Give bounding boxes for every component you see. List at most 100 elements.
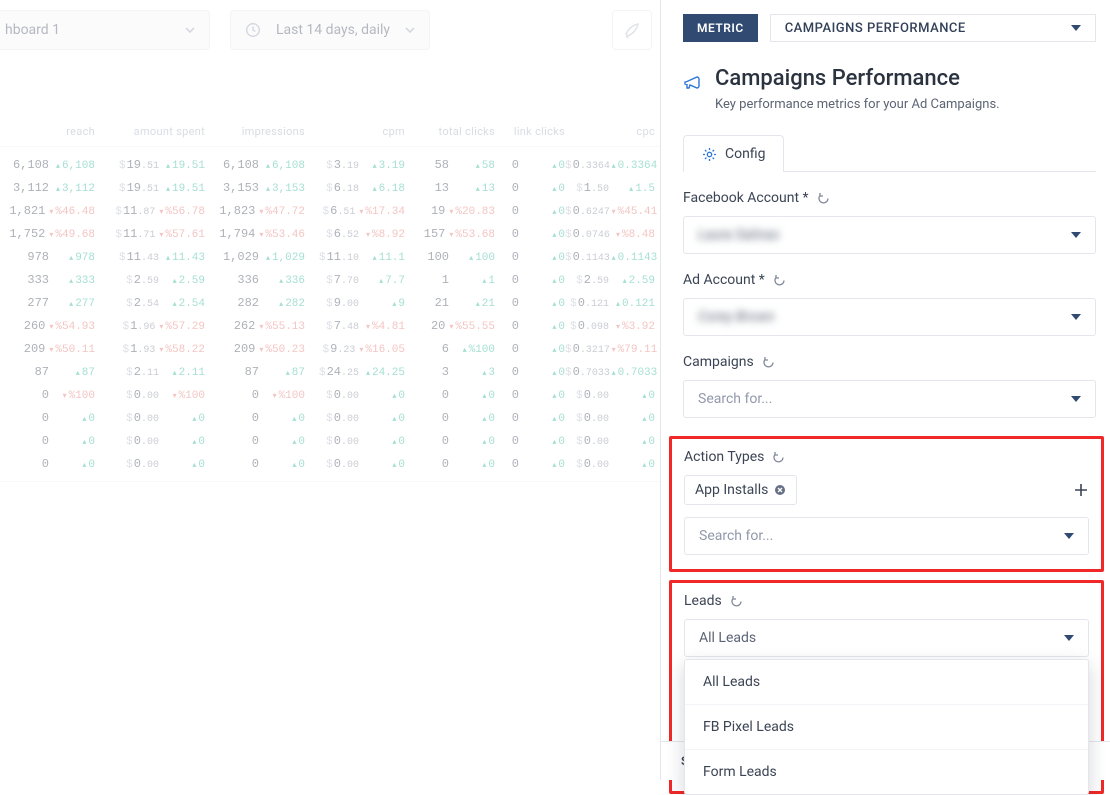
- action-type-chip[interactable]: App Installs: [684, 475, 797, 505]
- field-facebook-account: Facebook Account * Laura Salinas: [683, 190, 1096, 254]
- cell-links: 00: [495, 158, 565, 172]
- cell-links: 00: [495, 411, 565, 425]
- refresh-icon[interactable]: [773, 274, 786, 287]
- ad-account-select[interactable]: Corey Brown: [683, 298, 1096, 336]
- cell-cpm: $0.000: [305, 457, 405, 471]
- cell-spent: $0.00%100: [95, 388, 205, 402]
- cell-links: 00: [495, 457, 565, 471]
- caret-down-icon: [1071, 232, 1081, 238]
- cell-spent: $0.000: [95, 411, 205, 425]
- cell-cpc: $0.098%3.92: [565, 319, 655, 333]
- cell-spent: $19.5119.51: [95, 181, 205, 195]
- cell-reach: 209%50.11: [0, 342, 95, 356]
- table-row: 978978$11.4311.431,0291,029$11.1011.1100…: [0, 245, 660, 268]
- col-cpm: cpm: [305, 125, 405, 138]
- metrics-table-header: reach amount spent impressions cpm total…: [0, 125, 660, 147]
- cell-spent: $0.000: [95, 434, 205, 448]
- cell-cpc: $0.6247%45.41: [565, 204, 655, 218]
- field-leads: Leads All Leads All LeadsFB Pixel LeadsF…: [684, 593, 1089, 777]
- cell-impr: 262%55.13: [205, 319, 305, 333]
- leads-option[interactable]: Form Leads: [685, 749, 1088, 794]
- ad-account-value: Corey Brown: [698, 309, 774, 325]
- chevron-down-icon: [185, 27, 195, 33]
- action-types-placeholder: Search for...: [699, 528, 773, 544]
- cell-cpm: $6.51%17.34: [305, 204, 405, 218]
- cell-cpm: $0.000: [305, 411, 405, 425]
- leads-option[interactable]: All Leads: [685, 660, 1088, 704]
- leads-selected-value: All Leads: [699, 630, 756, 646]
- col-cpc: cpc: [565, 125, 655, 138]
- cell-links: 00: [495, 204, 565, 218]
- action-types-select[interactable]: Search for...: [684, 517, 1089, 555]
- cell-cpc: $0.000: [565, 434, 655, 448]
- cell-impr: 209%50.23: [205, 342, 305, 356]
- cell-cpc: $1.501.5: [565, 181, 655, 195]
- facebook-account-select[interactable]: Laura Salinas: [683, 216, 1096, 254]
- cell-spent: $11.87%56.78: [95, 204, 205, 218]
- refresh-icon[interactable]: [730, 595, 743, 608]
- table-row: 6,1086,108$19.5119.516,1086,108$3.193.19…: [0, 153, 660, 176]
- cell-links: 00: [495, 296, 565, 310]
- cell-reach: 1,821%46.48: [0, 204, 95, 218]
- daterange-select[interactable]: Last 14 days, daily: [230, 10, 430, 50]
- table-row: 1,752%49.68$11.71%57.611,794%53.46$6.52%…: [0, 222, 660, 245]
- config-panel: METRIC CAMPAIGNS PERFORMANCE Campaigns P…: [660, 0, 1110, 780]
- cell-links: 00: [495, 227, 565, 241]
- panel-subtitle: Key performance metrics for your Ad Camp…: [715, 97, 1000, 112]
- cell-impr: 00: [205, 411, 305, 425]
- cell-cpm: $9.009: [305, 296, 405, 310]
- col-impressions: impressions: [205, 125, 305, 138]
- field-action-types: Action Types App Installs Search for...: [684, 449, 1089, 555]
- cell-cpm: $0.000: [305, 388, 405, 402]
- style-button[interactable]: [612, 10, 652, 50]
- metrics-table: reach amount spent impressions cpm total…: [0, 125, 660, 482]
- cell-reach: 260%54.93: [0, 319, 95, 333]
- add-action-type-button[interactable]: [1073, 482, 1089, 498]
- campaigns-select[interactable]: Search for...: [683, 380, 1096, 418]
- cell-reach: 00: [0, 457, 95, 471]
- table-row: 00$0.00000$0.0000000$0.000: [0, 406, 660, 429]
- cell-impr: 1,794%53.46: [205, 227, 305, 241]
- cell-impr: 6,1086,108: [205, 158, 305, 172]
- leads-option[interactable]: FB Pixel Leads: [685, 704, 1088, 749]
- cell-reach: 6,1086,108: [0, 158, 95, 172]
- cell-cpc: $0.11430.1143: [565, 250, 655, 264]
- panel-title: Campaigns Performance: [715, 66, 1000, 91]
- col-link-clicks: link clicks: [495, 125, 565, 138]
- cell-cpc: $2.592.59: [565, 273, 655, 287]
- cell-cpc: $0.0746%8.48: [565, 227, 655, 241]
- clock-icon: [245, 22, 261, 38]
- cell-spent: $0.000: [95, 457, 205, 471]
- panel-header: Campaigns Performance Key performance me…: [683, 66, 1096, 112]
- cell-cpm: $0.000: [305, 434, 405, 448]
- action-types-label: Action Types: [684, 449, 764, 465]
- cell-links: 00: [495, 388, 565, 402]
- cell-reach: 277277: [0, 296, 95, 310]
- cell-reach: 978978: [0, 250, 95, 264]
- table-row: 8787$2.112.118787$24.2524.253300$0.70330…: [0, 360, 660, 383]
- cell-cpc: $0.70330.7033: [565, 365, 655, 379]
- cell-cpm: $11.1011.1: [305, 250, 405, 264]
- cell-impr: 1,823%47.72: [205, 204, 305, 218]
- cell-reach: 1,752%49.68: [0, 227, 95, 241]
- cell-cpc: $0.000: [565, 457, 655, 471]
- table-row: 1,821%46.48$11.87%56.781,823%47.72$6.51%…: [0, 199, 660, 222]
- remove-chip-icon[interactable]: [774, 484, 786, 496]
- ad-account-label: Ad Account *: [683, 272, 765, 288]
- refresh-icon[interactable]: [817, 192, 830, 205]
- refresh-icon[interactable]: [772, 451, 785, 464]
- table-row: 00$0.00000$0.0000000$0.000: [0, 429, 660, 452]
- leads-select[interactable]: All Leads: [684, 619, 1089, 657]
- cell-links: 00: [495, 434, 565, 448]
- refresh-icon[interactable]: [762, 356, 775, 369]
- cell-reach: 00: [0, 434, 95, 448]
- tab-config[interactable]: Config: [683, 135, 784, 172]
- leads-dropdown: All LeadsFB Pixel LeadsForm Leads: [684, 659, 1089, 795]
- dashboard-select[interactable]: hboard 1: [0, 10, 210, 50]
- facebook-account-label: Facebook Account *: [683, 190, 809, 206]
- cell-impr: 282282: [205, 296, 305, 310]
- tab-config-label: Config: [725, 146, 765, 162]
- metric-select[interactable]: CAMPAIGNS PERFORMANCE: [770, 14, 1096, 42]
- action-type-chip-label: App Installs: [695, 482, 768, 498]
- cell-cpm: $3.193.19: [305, 158, 405, 172]
